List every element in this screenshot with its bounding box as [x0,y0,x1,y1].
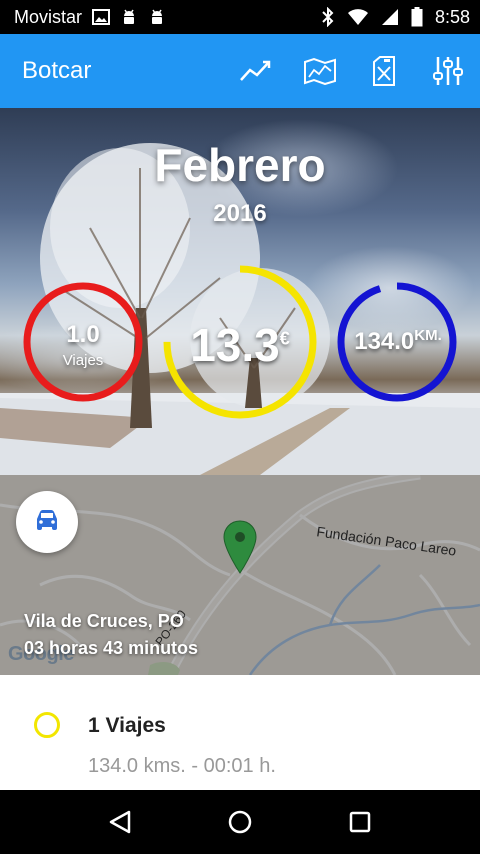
distance-value-wrap: 134.0KM. [338,327,458,356]
cost-unit: € [279,328,290,349]
carrier-label: Movistar [14,6,83,27]
battery-icon [411,7,423,27]
status-time: 8:58 [434,6,470,27]
month-title: Febrero [154,139,326,191]
status-bar: Movistar 8:58 [0,0,480,34]
android-icon [148,8,166,26]
trip-map[interactable]: Fundación Paco Lareo PO-260 Google Vila … [0,475,480,675]
home-icon[interactable] [220,802,260,842]
trip-location: Vila de Cruces, PO [24,611,184,631]
map-icon[interactable] [302,53,338,89]
app-title: Botcar [22,57,92,84]
chart-line-icon[interactable] [238,53,274,89]
settings-sliders-icon[interactable] [430,53,466,89]
list-item-subtitle: 134.0 kms. - 00:01 h. [88,755,276,777]
system-nav-bar [0,790,480,854]
month-summary-hero: Febrero 2016 1.0 Viajes 13.3€ 134.0KM. [0,108,480,475]
trip-color-dot [34,712,60,738]
bluetooth-icon [321,7,335,27]
cost-value: 13.3 [190,319,280,371]
trip-duration: 03 horas 43 minutos [24,638,199,658]
image-icon [92,9,111,25]
app-bar: Botcar [0,34,480,108]
back-icon[interactable] [100,802,140,842]
location-marker-icon[interactable] [222,519,258,575]
wifi-icon [347,8,369,26]
list-item[interactable]: 1 Viajes 134.0 kms. - 00:01 h. [0,675,480,790]
list-item-title: 1 Viajes [88,714,166,737]
distance-value: 134.0 [354,328,415,355]
year-title: 2016 [213,200,267,227]
android-icon [120,8,138,26]
distance-unit: KM. [414,327,442,344]
trips-label: Viajes [62,352,104,369]
car-icon [34,509,60,536]
cost-value-wrap: 13.3€ [165,318,315,372]
trips-value: 1.0 [66,321,100,348]
trip-list: 1 Viajes 134.0 kms. - 00:01 h. [0,675,480,790]
recents-icon[interactable] [340,802,380,842]
fuel-can-icon[interactable] [366,53,402,89]
car-fab-button[interactable] [16,491,78,553]
signal-icon [381,8,399,26]
